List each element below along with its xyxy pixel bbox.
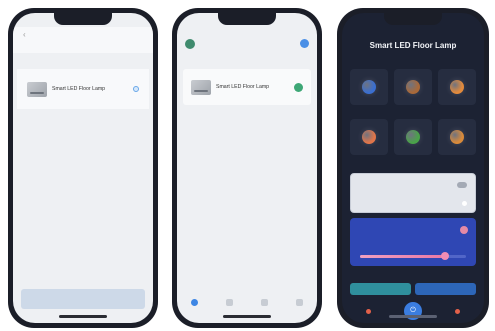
back-arrow-icon[interactable]: ‹: [23, 30, 26, 39]
tab-bar: [177, 293, 317, 311]
scene-blue-icon: [362, 80, 376, 94]
phone-frame-device-select: ‹ Smart LED Floor Lamp: [8, 8, 158, 328]
device-name: Smart LED Floor Lamp: [52, 86, 106, 92]
tab-discover-icon[interactable]: [261, 298, 268, 306]
mode-card-color[interactable]: [350, 218, 476, 266]
scene-tile[interactable]: [438, 69, 476, 105]
device-row[interactable]: Smart LED Floor Lamp: [27, 77, 139, 101]
device-card[interactable]: Smart LED Floor Lamp: [17, 69, 149, 109]
scene-orange-icon: [450, 80, 464, 94]
power-toggle[interactable]: [294, 82, 303, 92]
phone-notch: [384, 13, 442, 25]
home-indicator: [223, 315, 271, 318]
bottom-controls: ⏻: [350, 300, 476, 322]
tab-scenes-icon[interactable]: [226, 298, 233, 306]
lamp-thumbnail-icon: [27, 81, 47, 97]
action-button-blue[interactable]: [415, 283, 476, 295]
color-toggle[interactable]: [460, 226, 468, 234]
timer-icon[interactable]: [366, 308, 372, 314]
scene-tile[interactable]: [394, 69, 432, 105]
lamp-thumbnail-icon: [191, 79, 211, 95]
brightness-slider[interactable]: [360, 252, 466, 260]
nav-header: [13, 27, 153, 53]
phone-screen: Smart LED Floor Lamp: [177, 13, 317, 323]
brightness-slider-fill: [360, 255, 445, 258]
tab-home-icon[interactable]: [191, 298, 198, 306]
home-indicator: [59, 315, 107, 318]
add-device-icon[interactable]: [300, 39, 309, 48]
scene-coral-icon: [362, 130, 376, 144]
action-buttons: [350, 283, 476, 295]
scene-tile[interactable]: [350, 69, 388, 105]
phone-notch: [54, 13, 112, 25]
phone-frame-device-list: Smart LED Floor Lamp: [172, 8, 322, 328]
scene-grid: [350, 69, 476, 155]
scene-tile[interactable]: [350, 119, 388, 155]
screenshot-stage: ‹ Smart LED Floor Lamp Smart LED Floor L…: [0, 0, 495, 331]
phone-frame-device-control: Smart LED Floor Lamp ⏻: [337, 8, 489, 328]
scene-tile[interactable]: [394, 119, 432, 155]
home-indicator: [389, 315, 437, 318]
mode-card-white[interactable]: [350, 173, 476, 213]
phone-screen: ‹ Smart LED Floor Lamp: [13, 13, 153, 323]
scene-tile[interactable]: [438, 119, 476, 155]
page-title: Smart LED Floor Lamp: [369, 41, 457, 50]
mode-toggle[interactable]: [457, 182, 467, 188]
scene-green-icon: [406, 130, 420, 144]
action-button-teal[interactable]: [350, 283, 411, 295]
scene-brown-icon: [406, 80, 420, 94]
scene-amber-icon: [450, 130, 464, 144]
avatar[interactable]: [185, 39, 195, 49]
settings-icon[interactable]: [454, 308, 460, 314]
device-row[interactable]: Smart LED Floor Lamp: [191, 75, 303, 99]
tab-profile-icon[interactable]: [296, 298, 303, 306]
phone-screen: Smart LED Floor Lamp ⏻: [342, 13, 484, 323]
phone-notch: [218, 13, 276, 25]
mode-knob[interactable]: [462, 201, 467, 206]
brightness-slider-knob[interactable]: [440, 252, 449, 260]
select-radio[interactable]: [133, 86, 139, 92]
device-card[interactable]: Smart LED Floor Lamp: [183, 69, 311, 105]
device-name: Smart LED Floor Lamp: [216, 84, 270, 90]
primary-button[interactable]: [21, 289, 145, 309]
